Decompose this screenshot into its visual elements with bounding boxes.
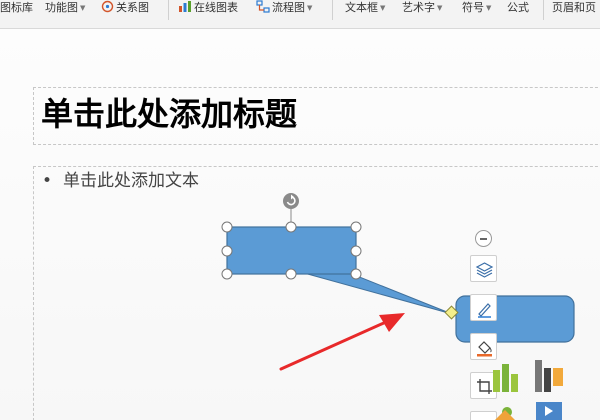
side-gallery <box>493 360 563 420</box>
fill-bucket-icon <box>477 341 492 357</box>
layers-icon <box>475 262 494 278</box>
selected-rectangle-shape[interactable] <box>226 226 357 275</box>
red-annotation-arrow <box>279 313 405 371</box>
crop-icon <box>477 379 492 394</box>
image-thumbnail-icon[interactable] <box>495 407 515 420</box>
layers-button[interactable] <box>470 255 497 282</box>
chart-thumbnail-icon[interactable] <box>493 360 563 392</box>
pen-icon <box>478 303 491 318</box>
fill-color-button[interactable] <box>470 333 497 360</box>
callout-connector[interactable] <box>303 271 453 315</box>
video-thumbnail-icon[interactable] <box>536 402 562 420</box>
outline-pen-button[interactable] <box>470 294 497 321</box>
rotate-handle-icon[interactable] <box>283 193 299 209</box>
collapse-toolbar-icon[interactable] <box>475 230 492 247</box>
shape-scene <box>221 193 575 371</box>
